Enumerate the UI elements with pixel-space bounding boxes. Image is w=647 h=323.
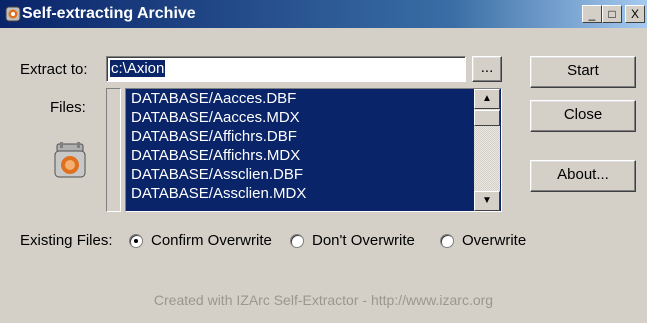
list-item[interactable]: DATABASE/Assclien.DBF xyxy=(126,165,501,184)
window: Self-extracting Archive _ □ X Extract to… xyxy=(0,0,647,323)
list-item[interactable]: DATABASE/Aacces.MDX xyxy=(126,108,501,127)
start-button[interactable]: Start xyxy=(530,56,636,88)
files-label: Files: xyxy=(50,99,86,116)
arrow-up-icon[interactable]: ▲ xyxy=(474,89,500,109)
radio-dont-overwrite-label[interactable]: Don't Overwrite xyxy=(312,232,415,249)
scroll-thumb[interactable] xyxy=(474,110,500,126)
radio-dont-overwrite[interactable] xyxy=(290,234,304,248)
browse-button[interactable]: ... xyxy=(472,56,502,82)
list-item[interactable]: DATABASE/Affichrs.DBF xyxy=(126,127,501,146)
list-item[interactable]: DATABASE/Affichrs.MDX xyxy=(126,146,501,165)
title-bar[interactable]: Self-extracting Archive _ □ X xyxy=(0,0,647,28)
arrow-down-icon[interactable]: ▼ xyxy=(474,191,500,211)
app-icon xyxy=(5,6,21,22)
radio-overwrite-label[interactable]: Overwrite xyxy=(462,232,526,249)
extract-path-text: c:\Axion xyxy=(110,60,166,77)
list-item[interactable]: DATABASE/Assclien.MDX xyxy=(126,184,501,203)
izarc-logo-icon xyxy=(52,140,88,180)
extract-path-input[interactable]: c:\Axion xyxy=(106,56,466,82)
list-item[interactable]: DATABASE/Aacces.DBF xyxy=(126,89,501,108)
files-scrollbar[interactable]: ▲ ▼ xyxy=(474,89,500,211)
radio-overwrite[interactable] xyxy=(440,234,454,248)
file-list-margin xyxy=(106,88,121,212)
radio-confirm-overwrite-label[interactable]: Confirm Overwrite xyxy=(151,232,272,249)
radio-confirm-overwrite[interactable] xyxy=(129,234,143,248)
maximize-button[interactable]: □ xyxy=(602,5,622,23)
close-window-button[interactable]: X xyxy=(625,5,645,23)
about-button[interactable]: About... xyxy=(530,160,636,192)
close-button[interactable]: Close xyxy=(530,100,636,132)
minimize-button[interactable]: _ xyxy=(582,5,602,23)
extract-to-label: Extract to: xyxy=(20,61,88,78)
existing-files-label: Existing Files: xyxy=(20,232,113,249)
footer-credit: Created with IZArc Self-Extractor - http… xyxy=(153,292,494,308)
window-title: Self-extracting Archive xyxy=(22,5,196,22)
files-list[interactable]: DATABASE/Aacces.DBF DATABASE/Aacces.MDX … xyxy=(125,88,502,212)
